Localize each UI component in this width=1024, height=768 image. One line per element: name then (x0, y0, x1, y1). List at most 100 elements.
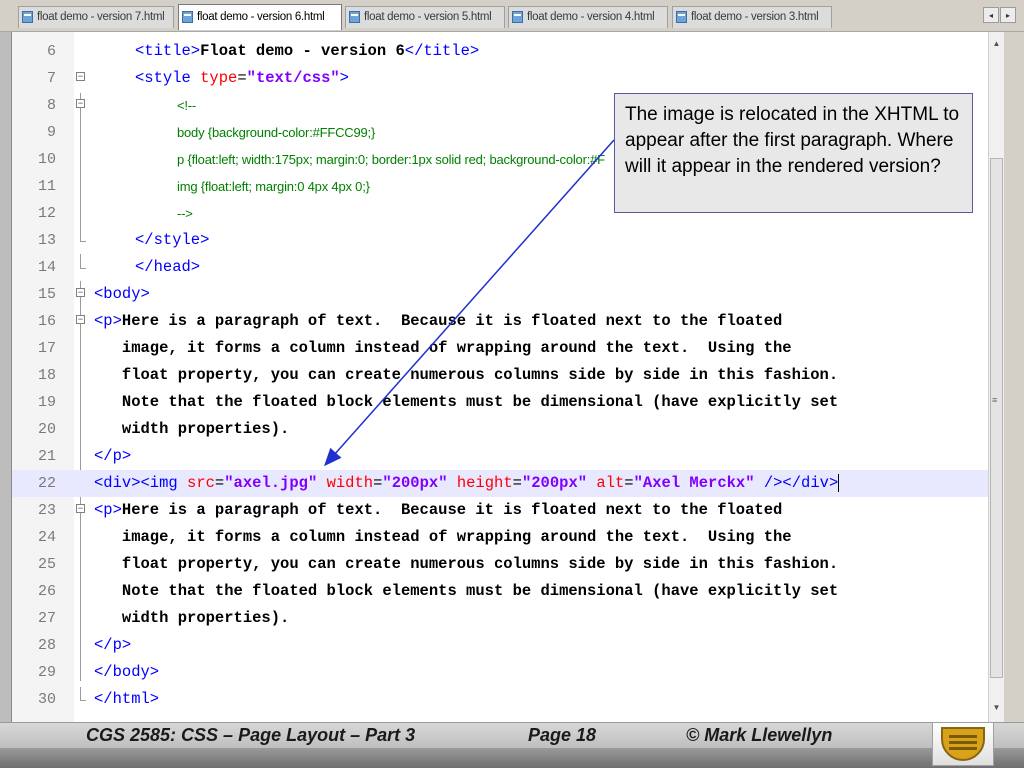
html-tag: </head> (135, 258, 201, 276)
annotation-callout: The image is relocated in the XHTML to a… (614, 93, 973, 213)
code-line-30: 30 </html> (12, 686, 988, 713)
tab-float-demo-4[interactable]: float demo - version 4.html (508, 6, 668, 28)
tab-bar: float demo - version 7.html float demo -… (0, 0, 1024, 32)
vertical-scrollbar[interactable]: ▲ ≡ ▼ (988, 32, 1004, 722)
code-line-20: 20 width properties). (12, 416, 988, 443)
code-text: <style type="text/css"> (135, 65, 349, 92)
html-attribute: alt (596, 474, 625, 492)
paragraph-text: Note that the floated block elements mus… (94, 582, 839, 600)
html-attribute: height (456, 474, 513, 492)
html-tag: </body> (94, 663, 160, 681)
line-number: 25 (37, 556, 56, 573)
footer-bottom-bar (0, 748, 1024, 768)
html-tag: <p> (94, 312, 122, 330)
html-file-icon (349, 11, 360, 23)
css-rule-text: img {float:left; margin:0 4px 4px 0;} (177, 179, 370, 194)
html-attribute: src (187, 474, 215, 492)
code-line-18: 18 float property, you can create numero… (12, 362, 988, 389)
css-comment-text: <!-- (177, 98, 197, 113)
tab-float-demo-3[interactable]: float demo - version 3.html (672, 6, 832, 28)
html-tag: </p> (94, 447, 132, 465)
tab-float-demo-7[interactable]: float demo - version 7.html (18, 6, 174, 28)
line-number: 15 (37, 286, 56, 303)
html-tag: <p> (94, 501, 122, 519)
code-line-22: 22 <div><img src="axel.jpg" width="200px… (12, 470, 988, 497)
code-line-7: 7 − <style type="text/css"> (12, 65, 988, 92)
html-tag: <div><img (94, 474, 188, 492)
code-text: <p>Here is a paragraph of text. Because … (94, 308, 782, 335)
scroll-down-arrow-icon[interactable]: ▼ (989, 700, 1004, 716)
line-number: 26 (37, 583, 56, 600)
html-tag: </p> (94, 636, 132, 654)
code-line-14: 14 </head> (12, 254, 988, 281)
tab-label: float demo - version 3.html (691, 11, 819, 23)
line-number: 9 (46, 124, 56, 141)
html-file-icon (676, 11, 687, 23)
code-line-19: 19 Note that the floated block elements … (12, 389, 988, 416)
equals-sign: = (237, 69, 247, 87)
code-line-15: 15 − <body> (12, 281, 988, 308)
html-tag: </style> (135, 231, 210, 249)
css-rule-text: p {float:left; width:175px; margin:0; bo… (177, 152, 605, 167)
fold-collapse-icon[interactable]: − (76, 72, 85, 81)
code-line-13: 13 </style> (12, 227, 988, 254)
paragraph-text: width properties). (94, 609, 290, 627)
html-tag: <title> (135, 42, 201, 60)
attribute-value: "200px" (382, 474, 448, 492)
code-line-28: 28 </p> (12, 632, 988, 659)
fold-collapse-icon[interactable]: − (76, 315, 85, 324)
tab-scroll-buttons: ◂ ▸ (982, 7, 1016, 25)
html-attribute: width (326, 474, 374, 492)
course-title: CGS 2585: CSS – Page Layout – Part 3 (86, 725, 416, 745)
scroll-left-icon[interactable]: ◂ (983, 7, 999, 23)
line-number: 24 (37, 529, 56, 546)
paragraph-text: float property, you can create numerous … (94, 366, 839, 384)
tab-float-demo-6[interactable]: float demo - version 6.html (178, 4, 342, 30)
equals-sign: = (214, 474, 225, 492)
paragraph-text: Here is a paragraph of text. Because it … (121, 501, 783, 519)
university-logo (932, 722, 994, 766)
attribute-value: "200px" (521, 474, 588, 492)
fold-collapse-icon[interactable]: − (76, 288, 85, 297)
attribute-value: "Axel Merckx" (633, 474, 755, 492)
tab-float-demo-5[interactable]: float demo - version 5.html (345, 6, 505, 28)
code-line-26: 26 Note that the floated block elements … (12, 578, 988, 605)
fold-collapse-icon[interactable]: − (76, 99, 85, 108)
html-file-icon (512, 11, 523, 23)
equals-sign: = (373, 474, 383, 492)
tab-label: float demo - version 7.html (37, 11, 165, 23)
footer-band: CGS 2585: CSS – Page Layout – Part 3 Pag… (0, 722, 1024, 748)
line-number: 16 (37, 313, 56, 330)
paragraph-text: Here is a paragraph of text. Because it … (121, 312, 783, 330)
pegasus-shield-icon (941, 727, 985, 761)
scrollbar-thumb[interactable] (990, 158, 1003, 678)
html-tag: </title> (404, 42, 480, 60)
code-line-17: 17 image, it forms a column instead of w… (12, 335, 988, 362)
line-number: 8 (46, 97, 56, 114)
line-number: 23 (37, 502, 56, 519)
scrollbar-grip-icon: ≡ (992, 395, 998, 405)
html-tag: > (339, 69, 349, 87)
code-line-16: 16 − <p>Here is a paragraph of text. Bec… (12, 308, 988, 335)
code-text: <title>Float demo - version 6</title> (135, 38, 479, 65)
code-line-25: 25 float property, you can create numero… (12, 551, 988, 578)
line-number: 27 (37, 610, 56, 627)
line-number: 21 (37, 448, 56, 465)
title-text: Float demo - version 6 (200, 42, 405, 60)
line-number: 19 (37, 394, 56, 411)
code-text: <p>Here is a paragraph of text. Because … (94, 497, 782, 524)
window-left-border (0, 32, 12, 722)
scroll-up-arrow-icon[interactable]: ▲ (989, 36, 1004, 52)
tab-label: float demo - version 4.html (527, 11, 655, 23)
equals-sign: = (624, 474, 634, 492)
scroll-right-icon[interactable]: ▸ (1000, 7, 1016, 23)
code-line-21: 21 </p> (12, 443, 988, 470)
window-right-border (1004, 32, 1024, 722)
fold-collapse-icon[interactable]: − (76, 504, 85, 513)
code-line-24: 24 image, it forms a column instead of w… (12, 524, 988, 551)
line-number: 29 (37, 664, 56, 681)
paragraph-text: Note that the floated block elements mus… (94, 393, 839, 411)
